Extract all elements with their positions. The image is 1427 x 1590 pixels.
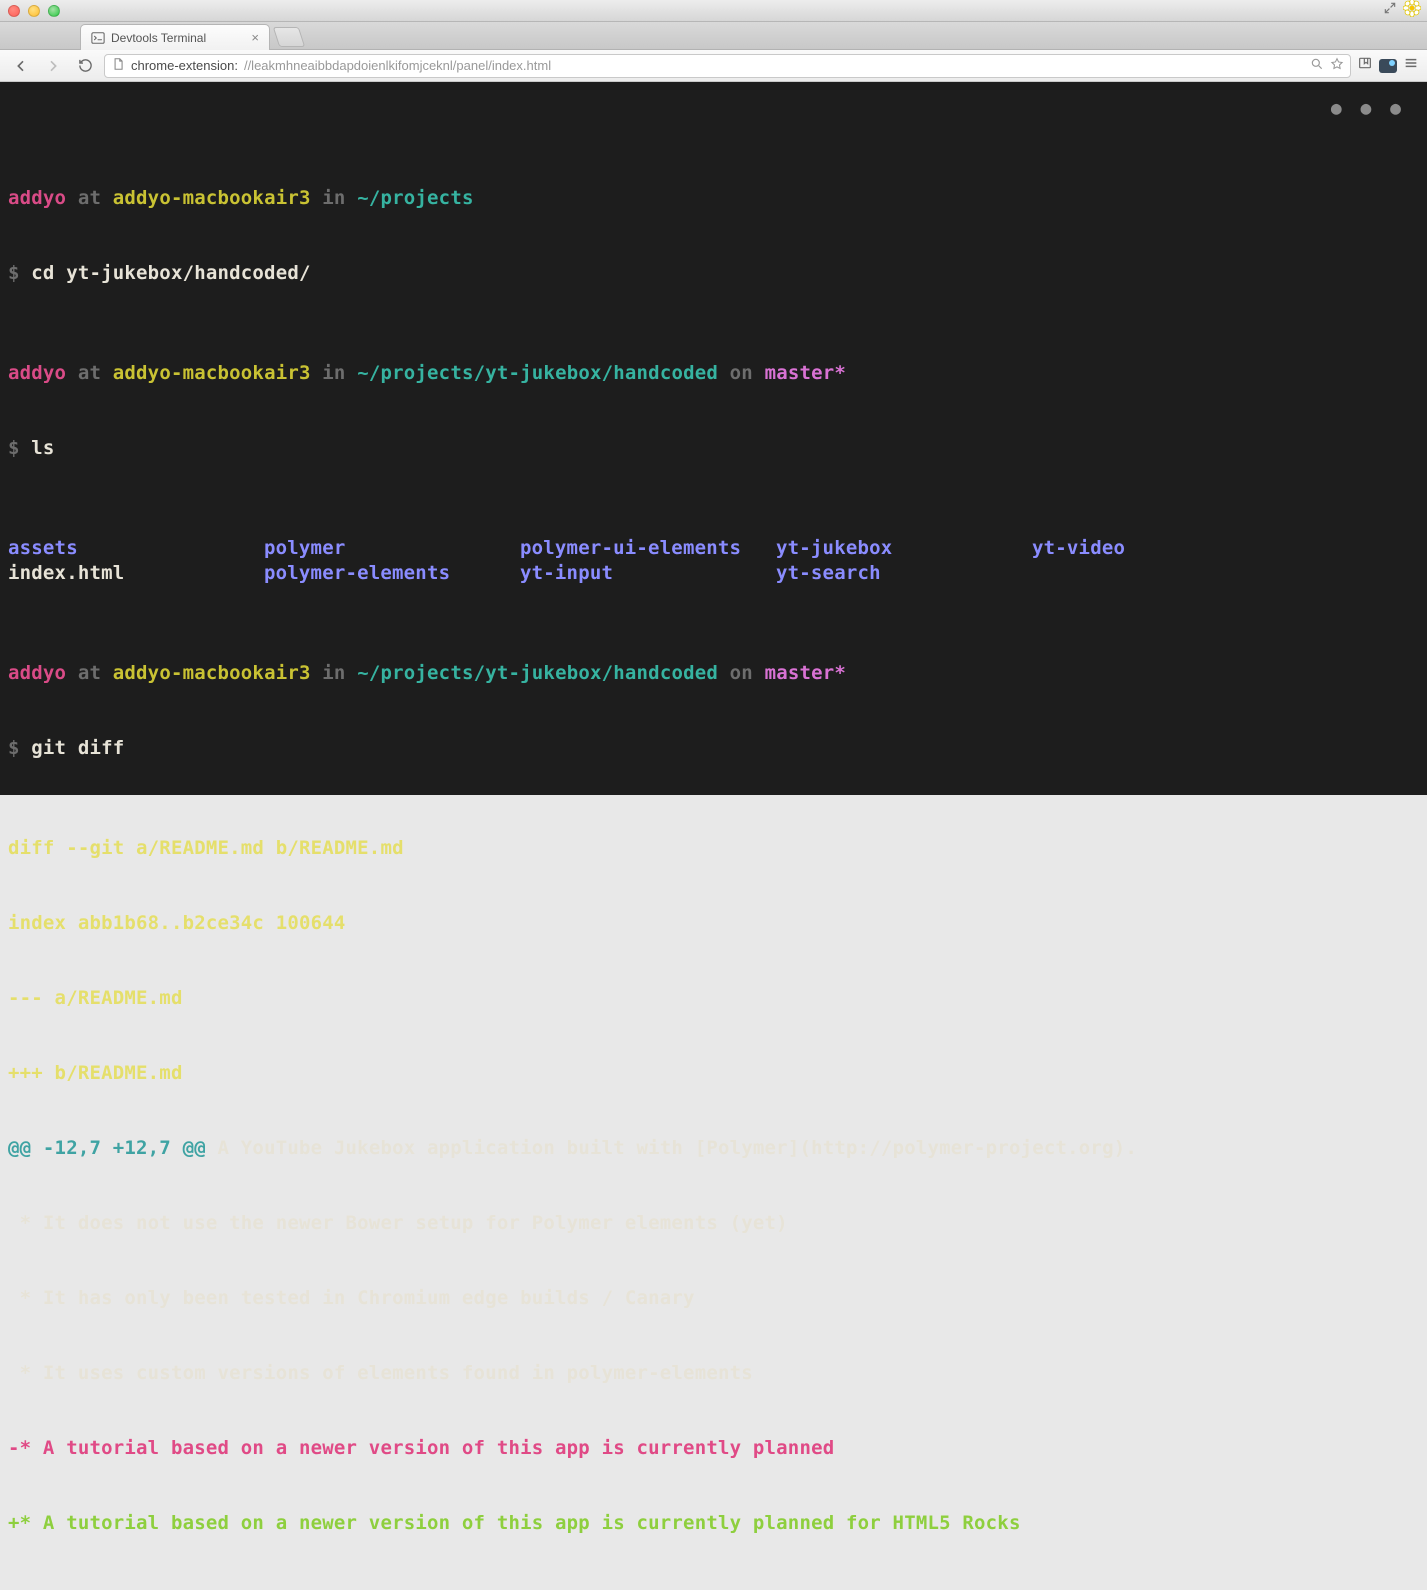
search-icon[interactable] <box>1310 57 1324 74</box>
prompt-line: addyo at addyo-macbookair3 in ~/projects <box>8 186 1419 211</box>
diff-context: * It has only been tested in Chromium ed… <box>8 1286 1419 1311</box>
diff-hunk: @@ -12,7 +12,7 @@ A YouTube Jukebox appl… <box>8 1136 1419 1161</box>
menu-icon[interactable] <box>1403 55 1419 76</box>
back-button[interactable] <box>8 54 34 78</box>
tab-title: Devtools Terminal <box>111 31 206 45</box>
forward-button[interactable] <box>40 54 66 78</box>
ls-output: assetspolymerpolymer-ui-elementsyt-jukeb… <box>8 536 1419 586</box>
screenshot-extension-icon[interactable] <box>1379 59 1397 73</box>
browser-toolbar: chrome-extension: //leakmhneaibbdapdoienl… <box>0 50 1427 82</box>
diff-context: * It uses custom versions of elements fo… <box>8 1361 1419 1386</box>
diff-plus-file: +++ b/README.md <box>8 1061 1419 1086</box>
diff-minus-file: --- a/README.md <box>8 986 1419 1011</box>
diff-added: +* A tutorial based on a newer version o… <box>8 1511 1419 1536</box>
prompt-line: addyo at addyo-macbookair3 in ~/projects… <box>8 361 1419 386</box>
window-zoom-button[interactable] <box>48 5 60 17</box>
browser-tab[interactable]: Devtools Terminal × <box>80 24 270 50</box>
terminal-output[interactable]: ● ● ● addyo at addyo-macbookair3 in ~/pr… <box>0 82 1427 795</box>
page-icon <box>111 57 125 74</box>
terminal-favicon-icon <box>91 31 105 45</box>
diff-context: * It does not use the newer Bower setup … <box>8 1211 1419 1236</box>
command-line: $ cd yt-jukebox/handcoded/ <box>8 261 1419 286</box>
flower-extension-icon[interactable] <box>1403 0 1421 22</box>
tab-strip: Devtools Terminal × <box>0 22 1427 50</box>
star-icon[interactable] <box>1330 57 1344 74</box>
url-path: //leakmhneaibbdapdoienlkifomjceknl/panel… <box>244 58 551 73</box>
command-line: $ git diff <box>8 736 1419 761</box>
window-titlebar <box>0 0 1427 22</box>
window-minimize-button[interactable] <box>28 5 40 17</box>
new-tab-button[interactable] <box>273 27 305 47</box>
window-close-button[interactable] <box>8 5 20 17</box>
reload-button[interactable] <box>72 54 98 78</box>
address-bar[interactable]: chrome-extension: //leakmhneaibbdapdoienl… <box>104 54 1351 78</box>
url-scheme: chrome-extension: <box>131 58 238 73</box>
diff-context <box>8 1586 1419 1590</box>
bookmarks-icon[interactable] <box>1357 55 1373 76</box>
diff-index: index abb1b68..b2ce34c 100644 <box>8 911 1419 936</box>
diff-header: diff --git a/README.md b/README.md <box>8 836 1419 861</box>
more-dots-icon[interactable]: ● ● ● <box>1331 96 1405 121</box>
fullscreen-icon[interactable] <box>1383 1 1397 20</box>
diff-removed: -* A tutorial based on a newer version o… <box>8 1436 1419 1461</box>
command-line: $ ls <box>8 436 1419 461</box>
prompt-line: addyo at addyo-macbookair3 in ~/projects… <box>8 661 1419 686</box>
close-tab-icon[interactable]: × <box>251 30 259 45</box>
